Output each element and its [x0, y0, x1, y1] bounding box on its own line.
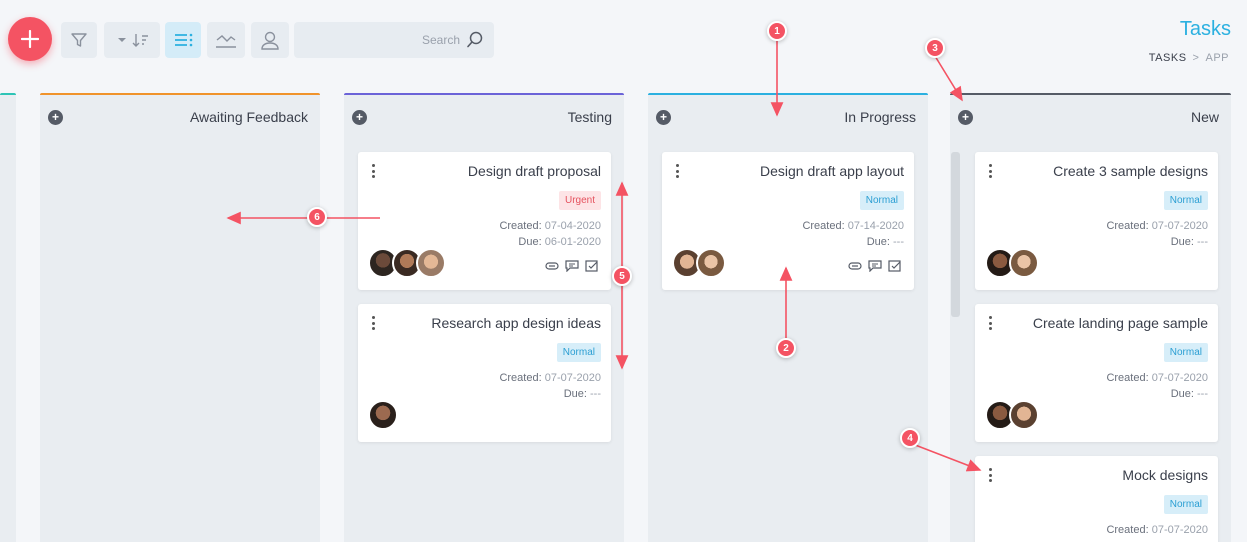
- priority-badge: Normal: [1163, 191, 1208, 210]
- user-filter-button[interactable]: [251, 22, 289, 58]
- chart-view-button[interactable]: [207, 22, 245, 58]
- column-title: In Progress: [844, 109, 916, 125]
- column-header: + In Progress: [648, 95, 928, 139]
- assignee-avatars: [368, 248, 446, 278]
- column-header: + Awaiting Feedback: [40, 95, 320, 139]
- avatar[interactable]: [696, 248, 726, 278]
- task-card[interactable]: Create 3 sample designs Normal Created: …: [975, 152, 1218, 290]
- sort-button[interactable]: [104, 22, 160, 58]
- card-title: Mock designs: [1122, 467, 1208, 483]
- card-actions: [545, 260, 599, 272]
- card-actions: [848, 260, 902, 272]
- page-title: Tasks: [1179, 18, 1231, 40]
- comment-icon[interactable]: [565, 260, 579, 272]
- annotation-marker: 5: [612, 266, 632, 286]
- annotation-marker: 6: [307, 207, 327, 227]
- column-title: Testing: [567, 109, 612, 125]
- column-title: New: [1190, 109, 1219, 125]
- add-card-icon[interactable]: +: [656, 109, 671, 125]
- breadcrumb-separator: >: [1192, 52, 1200, 64]
- plus-icon: [21, 30, 39, 48]
- card-title: Research app design ideas: [431, 315, 601, 331]
- assignee-avatars: [985, 400, 1039, 430]
- card-menu-icon[interactable]: [368, 164, 378, 178]
- attachment-icon[interactable]: [848, 260, 862, 272]
- add-card-icon[interactable]: +: [48, 109, 63, 125]
- search-box[interactable]: [294, 22, 494, 58]
- sort-icon: [118, 34, 148, 47]
- search-icon: [467, 31, 483, 48]
- annotation-marker: 1: [767, 21, 787, 41]
- card-menu-icon[interactable]: [368, 316, 378, 330]
- card-menu-icon[interactable]: [985, 316, 995, 330]
- avatar[interactable]: [416, 248, 446, 278]
- user-icon: [261, 31, 279, 50]
- card-menu-icon[interactable]: [672, 164, 682, 178]
- column-scrollbar[interactable]: [951, 152, 960, 317]
- card-menu-icon[interactable]: [985, 164, 995, 178]
- assignee-avatars: [985, 248, 1039, 278]
- column-header: + New: [950, 95, 1231, 139]
- priority-badge: Normal: [1163, 343, 1208, 362]
- card-dates: Created: 07-07-2020: [1106, 524, 1208, 536]
- assignee-avatars: [672, 248, 726, 278]
- card-title: Create landing page sample: [1032, 315, 1208, 331]
- card-dates: Created: 07-14-2020 Due: ---: [802, 220, 904, 248]
- add-task-button[interactable]: [8, 17, 52, 61]
- annotation-marker: 3: [925, 38, 945, 58]
- comment-icon[interactable]: [868, 260, 882, 272]
- add-card-icon[interactable]: +: [958, 109, 973, 125]
- filter-icon: [71, 33, 87, 47]
- priority-badge: Normal: [1163, 495, 1208, 514]
- column-header: + Testing: [344, 95, 624, 139]
- card-title: Design draft proposal: [467, 163, 601, 179]
- card-dates: Created: 07-07-2020 Due: ---: [499, 372, 601, 400]
- annotation-marker: 4: [900, 428, 920, 448]
- column-title: Awaiting Feedback: [189, 109, 308, 125]
- card-title: Design draft app layout: [760, 163, 904, 179]
- annotation-marker: 2: [776, 338, 796, 358]
- chart-icon: [216, 35, 236, 48]
- card-title: Create 3 sample designs: [1053, 163, 1208, 179]
- checklist-icon[interactable]: [888, 260, 902, 272]
- breadcrumb-current: TASKS: [1148, 52, 1187, 64]
- task-card[interactable]: Create landing page sample Normal Create…: [975, 304, 1218, 442]
- checklist-icon[interactable]: [585, 260, 599, 272]
- breadcrumb: TASKS > APP: [1149, 52, 1229, 64]
- task-card[interactable]: Design draft app layout Normal Created: …: [662, 152, 914, 290]
- task-card[interactable]: Mock designs Normal Created: 07-07-2020: [975, 456, 1218, 542]
- search-input[interactable]: [310, 33, 460, 47]
- card-dates: Created: 07-07-2020 Due: ---: [1106, 372, 1208, 400]
- breadcrumb-app-link[interactable]: APP: [1205, 52, 1229, 64]
- card-menu-icon[interactable]: [985, 468, 995, 482]
- column-awaiting-feedback: + Awaiting Feedback: [40, 93, 320, 542]
- avatar[interactable]: [1009, 248, 1039, 278]
- card-dates: Created: 07-07-2020 Due: ---: [1106, 220, 1208, 248]
- attachment-icon[interactable]: [545, 260, 559, 272]
- column-partial: [0, 93, 16, 542]
- priority-badge: Urgent: [558, 191, 601, 210]
- list-view-button[interactable]: [165, 22, 201, 58]
- task-card[interactable]: Design draft proposal Urgent Created: 07…: [358, 152, 611, 290]
- priority-badge: Normal: [859, 191, 904, 210]
- list-icon: [175, 33, 193, 47]
- priority-badge: Normal: [556, 343, 601, 362]
- filter-button[interactable]: [61, 22, 97, 58]
- avatar[interactable]: [368, 400, 398, 430]
- assignee-avatars: [368, 400, 398, 430]
- card-dates: Created: 07-04-2020 Due: 06-01-2020: [499, 220, 601, 248]
- add-card-icon[interactable]: +: [352, 109, 367, 125]
- task-card[interactable]: Research app design ideas Normal Created…: [358, 304, 611, 442]
- avatar[interactable]: [1009, 400, 1039, 430]
